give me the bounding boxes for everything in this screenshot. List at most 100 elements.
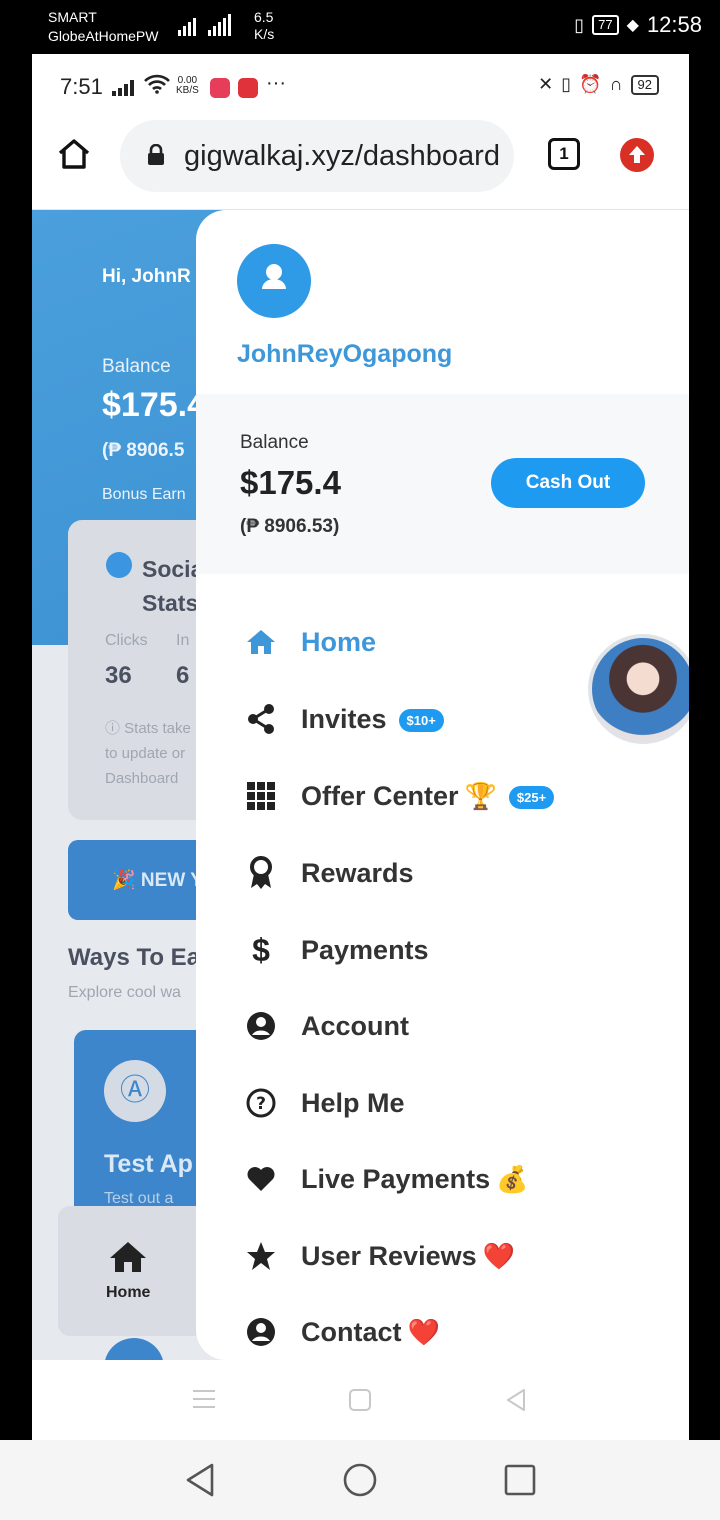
menu-label: Contact ❤️ (301, 1316, 440, 1348)
menu-item-rewards[interactable]: Rewards (196, 843, 689, 903)
network-speed: 6.5 K/s (254, 9, 275, 42)
menu-icon[interactable] (192, 1388, 216, 1415)
update-button[interactable] (620, 138, 654, 172)
profile-avatar[interactable] (237, 244, 311, 318)
clicks-value: 36 (105, 662, 132, 689)
menu-label: Payments (301, 934, 429, 965)
side-drawer: JohnReyOgapong Balance $175.4 (₱ 8906.53… (196, 210, 689, 1360)
balance-usd: $175.4 (240, 464, 341, 501)
menu-item-offer-center[interactable]: Offer Center 🏆 $25+ (196, 766, 689, 826)
battery-icon: 77 (592, 15, 619, 35)
red-heart-icon: ❤️ (482, 1241, 515, 1272)
bg-balance: $175.4 (102, 386, 206, 424)
offer-center-badge: $25+ (508, 785, 555, 809)
address-bar[interactable]: gigwalkaj.xyz/dashboard (120, 120, 514, 192)
svg-text:?: ? (256, 1094, 266, 1114)
wifi-icon (144, 74, 170, 100)
headphone-icon: ∩ (609, 74, 623, 94)
browser-toolbar: gigwalkaj.xyz/dashboard 1 (32, 118, 689, 210)
menu-label: Home (301, 626, 377, 657)
inner-battery-icon: 92 (630, 74, 659, 95)
net-speed: 0.00 KB/S (176, 75, 199, 96)
balance-label: Balance (240, 432, 309, 453)
menu-label: Rewards (301, 857, 414, 888)
greeting: Hi, JohnR (102, 266, 191, 287)
menu-label: Offer Center 🏆 $25+ (301, 781, 555, 812)
inner-status-right: ✕ ▯ ⏰ ∩ 92 (538, 74, 659, 95)
bg-bonus: Bonus Earn (102, 486, 186, 503)
url-text: gigwalkaj.xyz/dashboard (184, 140, 500, 172)
question-circle-icon: ? (244, 1086, 278, 1120)
inner-signal-icon (112, 80, 134, 96)
back-icon[interactable] (184, 1462, 216, 1503)
red-heart-icon: ❤️ (407, 1317, 440, 1348)
clicks-label: Clicks (105, 632, 148, 649)
invites-label: In (176, 632, 190, 649)
inner-navigation-bar (32, 1360, 689, 1440)
menu-label: User Reviews ❤️ (301, 1240, 515, 1272)
user-circle-icon (244, 1315, 278, 1349)
trophy-icon: 🏆 (464, 781, 497, 812)
vibrate-icon: ▯ (574, 14, 585, 35)
bottom-nav-home-label: Home (106, 1284, 151, 1301)
menu-label: Live Payments 💰 (301, 1163, 529, 1195)
more-notifications-icon: ··· (266, 72, 286, 94)
floating-chat-avatar[interactable] (588, 634, 689, 744)
menu-item-payments[interactable]: $ Payments (196, 920, 689, 980)
inner-status-bar: 7:51 0.00 KB/S ··· ✕ ▯ ⏰ ∩ 92 (32, 54, 689, 118)
share-icon (244, 702, 278, 736)
home-icon (58, 139, 90, 169)
users-icon (106, 552, 132, 578)
carrier-1: SMART (48, 9, 97, 25)
app-store-icon: Ⓐ (104, 1060, 166, 1122)
lock-icon (146, 143, 166, 166)
balance-panel: Balance $175.4 (₱ 8906.53) Cash Out (196, 394, 689, 574)
carrier-names: SMART GlobeAtHomePW (48, 8, 158, 46)
square-icon[interactable] (348, 1388, 372, 1417)
social-stats-title: Socia Stats (142, 556, 204, 616)
user-circle-icon (244, 1009, 278, 1043)
cash-out-button[interactable]: Cash Out (491, 458, 645, 508)
star-icon (244, 1239, 278, 1273)
invites-value: 6 (176, 662, 190, 689)
home-icon (108, 1240, 148, 1274)
mute-icon: ✕ (538, 74, 554, 94)
ways-to-earn-title: Ways To Ea (68, 944, 201, 971)
menu-item-account[interactable]: Account (196, 996, 689, 1056)
heart-icon (244, 1162, 278, 1196)
menu-label: Invites $10+ (301, 704, 444, 735)
outer-status-bar: SMART GlobeAtHomePW 6.5 K/s ▯ 77 ◆ 12:58 (0, 0, 720, 54)
test-apps-title: Test Ap (104, 1150, 193, 1178)
grid-icon (244, 779, 278, 813)
home-icon (244, 625, 278, 659)
dollar-icon: $ (252, 931, 270, 968)
phone-screen: 7:51 0.00 KB/S ··· ✕ ▯ ⏰ ∩ 92 gigwalkaj.… (32, 54, 689, 1440)
browser-home-button[interactable] (56, 136, 96, 176)
ways-to-earn-subtitle: Explore cool wa (68, 984, 181, 1001)
system-navigation-bar (0, 1440, 720, 1520)
leaf-icon: ◆ (626, 17, 639, 34)
stats-note: ⓘ Stats take to update or Dashboard (105, 720, 191, 787)
alarm-icon: ⏰ (579, 74, 602, 94)
recents-icon[interactable] (504, 1464, 536, 1501)
user-icon (262, 264, 286, 289)
balance-php: (₱ 8906.53) (240, 516, 340, 537)
help-fab (104, 1338, 164, 1360)
back-icon[interactable] (504, 1388, 528, 1417)
music-app-icon (210, 78, 230, 98)
video-app-icon (238, 78, 258, 98)
menu-item-live-payments[interactable]: Live Payments 💰 (196, 1149, 689, 1209)
carrier-2: GlobeAtHomePW (48, 28, 159, 44)
username: JohnReyOgapong (237, 340, 453, 368)
tab-switcher-button[interactable]: 1 (548, 138, 580, 170)
menu-item-contact[interactable]: Contact ❤️ (196, 1302, 689, 1360)
home-circle-icon[interactable] (342, 1462, 378, 1503)
bg-balance-php: (₱ 8906.5 (102, 440, 185, 461)
invites-badge: $10+ (398, 708, 444, 732)
vibrate-icon: ▯ (561, 74, 572, 94)
menu-label: Account (301, 1010, 409, 1041)
inner-clock: 7:51 (60, 74, 103, 99)
menu-item-help-me[interactable]: ? Help Me (196, 1073, 689, 1133)
menu-item-user-reviews[interactable]: User Reviews ❤️ (196, 1226, 689, 1286)
bg-balance-label: Balance (102, 356, 171, 377)
